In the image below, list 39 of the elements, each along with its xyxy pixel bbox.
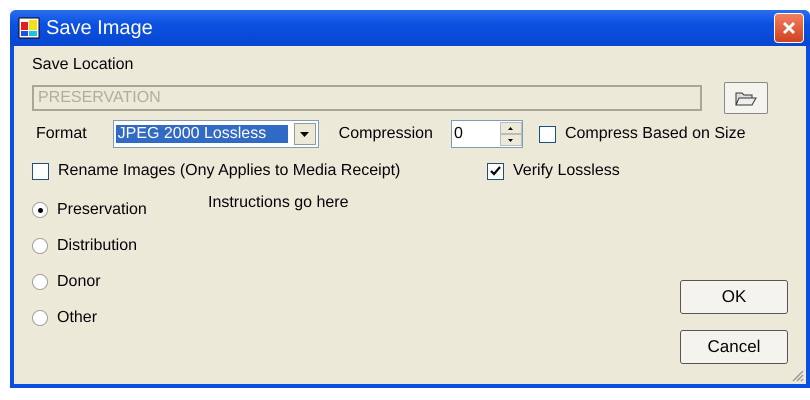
caret-up-icon (508, 126, 514, 130)
caret-down-icon (508, 138, 514, 142)
resize-grip-icon[interactable] (790, 368, 804, 382)
cancel-button[interactable]: Cancel (680, 330, 788, 364)
field-label: Save Location (32, 56, 134, 74)
radio-label: Donor (57, 273, 101, 291)
checkbox[interactable]: Rename Images (Ony Applies to Media Receipt) (32, 162, 487, 180)
radio-option[interactable]: Preservation (32, 201, 208, 219)
app-icon (18, 17, 40, 39)
instructions-text: Instructions go here (208, 194, 350, 213)
radio-option[interactable]: Distribution (32, 237, 208, 255)
radio-label: Distribution (57, 237, 138, 255)
spin-up-button[interactable] (500, 122, 522, 134)
format-dropdown[interactable]: JPEG 2000 Lossless (112, 120, 319, 148)
radio-button[interactable] (32, 238, 48, 254)
spin-down-button[interactable] (500, 134, 522, 146)
checkbox-box[interactable] (538, 126, 556, 142)
radio-label: Preservation (57, 201, 147, 219)
radio-option[interactable]: Other (32, 309, 208, 327)
checkbox-label: Rename Images (Ony Applies to Media Receipt) (58, 162, 400, 180)
radio-button[interactable] (32, 202, 48, 218)
field-label: Format (36, 125, 87, 143)
checkbox[interactable]: Verify Lossless (487, 162, 620, 180)
browse-button[interactable] (724, 82, 768, 114)
checkbox-box[interactable] (32, 162, 49, 180)
radio-label: Other (57, 309, 98, 327)
ok-button[interactable]: OK (680, 280, 788, 314)
caret-down-icon (300, 132, 310, 136)
dropdown-button[interactable] (294, 123, 316, 145)
close-button[interactable] (774, 13, 804, 43)
close-icon (781, 20, 797, 36)
radio-button[interactable] (32, 274, 48, 290)
window-title: Save Image (46, 16, 154, 40)
radio-option[interactable]: Donor (32, 273, 208, 291)
field-label: Compression (338, 125, 433, 143)
compression-spinner[interactable]: 0 (450, 120, 523, 148)
checkbox-box[interactable] (487, 162, 504, 180)
radio-button[interactable] (32, 310, 48, 326)
checkbox-label: Verify Lossless (513, 162, 620, 180)
